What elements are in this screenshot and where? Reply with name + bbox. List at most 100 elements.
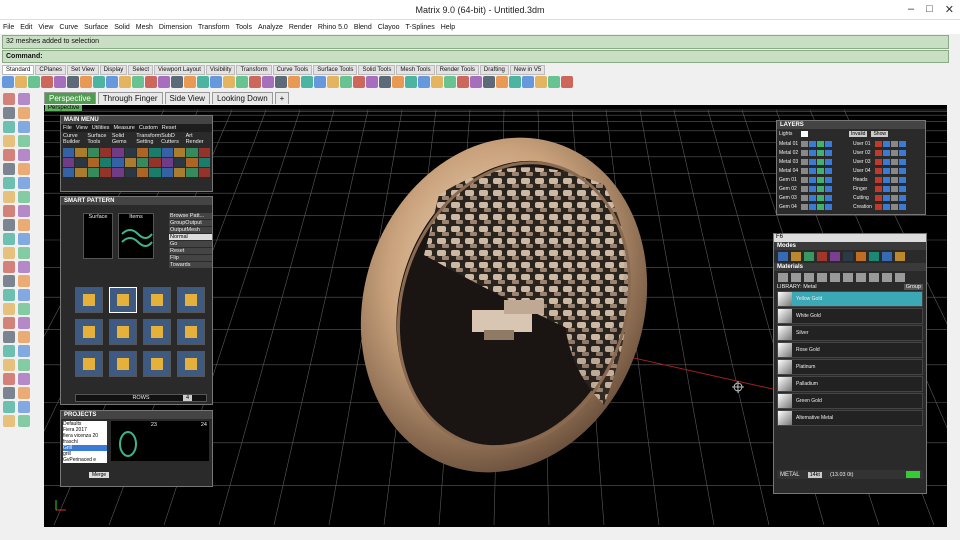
layer-toggle-icon[interactable]: [801, 186, 808, 192]
layer-toggle-icon[interactable]: [825, 168, 832, 174]
menu-item[interactable]: T-Splines: [406, 24, 435, 31]
layer-toggle-icon[interactable]: [817, 204, 824, 210]
pattern-type-icon[interactable]: [143, 351, 171, 377]
main-menu-item[interactable]: Measure: [113, 125, 134, 131]
layer-toggle-icon[interactable]: [825, 177, 832, 183]
left-tool-icon[interactable]: [3, 345, 15, 357]
left-tool-icon[interactable]: [18, 331, 30, 343]
toolbar-button-icon[interactable]: [314, 76, 326, 88]
left-tool-icon[interactable]: [18, 149, 30, 161]
toolbar-button-icon[interactable]: [249, 76, 261, 88]
toolbar-button-icon[interactable]: [236, 76, 248, 88]
main-menu-subitem[interactable]: Gems: [112, 139, 136, 145]
layer-toggle-icon[interactable]: [817, 195, 824, 201]
layer-toggle-icon[interactable]: [801, 168, 808, 174]
main-menu-tool-icon[interactable]: [173, 148, 186, 157]
left-tool-icon[interactable]: [18, 219, 30, 231]
minimize-icon[interactable]: –: [908, 3, 914, 16]
toolbar-button-icon[interactable]: [327, 76, 339, 88]
left-tool-icon[interactable]: [18, 317, 30, 329]
pattern-type-icon[interactable]: [177, 319, 205, 345]
toolbar-button-icon[interactable]: [210, 76, 222, 88]
layer-row[interactable]: Heads: [853, 176, 925, 184]
layer-row[interactable]: Metal 01: [779, 140, 851, 148]
main-menu-tool-icon[interactable]: [112, 168, 124, 177]
left-tool-icon[interactable]: [18, 163, 30, 175]
toolbar-button-icon[interactable]: [184, 76, 196, 88]
layer-toggle-icon[interactable]: [891, 159, 898, 165]
layer-toggle-icon[interactable]: [891, 177, 898, 183]
toolbar-button-icon[interactable]: [119, 76, 131, 88]
pattern-option[interactable]: OutputMesh: [169, 227, 212, 233]
main-menu-tool-icon[interactable]: [161, 158, 173, 167]
layer-toggle-icon[interactable]: [817, 186, 824, 192]
toolbar-button-icon[interactable]: [2, 76, 14, 88]
mode-icon[interactable]: [856, 252, 866, 261]
main-menu-tool-icon[interactable]: [198, 168, 210, 177]
layer-row[interactable]: Metal 03: [779, 158, 851, 166]
main-menu-tool-icon[interactable]: [75, 148, 87, 157]
left-tool-icon[interactable]: [18, 359, 30, 371]
left-tool-icon[interactable]: [3, 331, 15, 343]
left-tool-icon[interactable]: [18, 233, 30, 245]
main-menu-tool-icon[interactable]: [87, 148, 99, 157]
left-tool-icon[interactable]: [18, 121, 30, 133]
main-menu-tool-icon[interactable]: [112, 148, 124, 157]
pattern-type-icon[interactable]: [109, 287, 137, 313]
mode-icon[interactable]: [843, 252, 853, 261]
pattern-option[interactable]: Browse Patt...: [169, 213, 212, 219]
items-slot[interactable]: Items: [118, 213, 154, 259]
toolbar-button-icon[interactable]: [106, 76, 118, 88]
layer-toggle-icon[interactable]: [891, 204, 898, 210]
left-tool-icon[interactable]: [3, 233, 15, 245]
toolbar-tab[interactable]: Set View: [67, 65, 99, 75]
main-menu-tool-icon[interactable]: [136, 148, 149, 157]
main-menu-tool-icon[interactable]: [186, 168, 198, 177]
toolbar-button-icon[interactable]: [340, 76, 352, 88]
layer-toggle-icon[interactable]: [809, 204, 816, 210]
layer-toggle-icon[interactable]: [809, 177, 816, 183]
layer-toggle-icon[interactable]: [817, 168, 824, 174]
pattern-option[interactable]: Reset: [169, 248, 212, 254]
left-tool-icon[interactable]: [3, 107, 15, 119]
left-tool-icon[interactable]: [3, 93, 15, 105]
layer-toggle-icon[interactable]: [875, 204, 882, 210]
menu-item[interactable]: Blend: [354, 24, 372, 31]
viewport-tab[interactable]: Looking Down: [211, 92, 273, 104]
main-menu-tool-icon[interactable]: [87, 168, 99, 177]
toolbar-button-icon[interactable]: [288, 76, 300, 88]
toolbar-button-icon[interactable]: [366, 76, 378, 88]
main-menu-tool-icon[interactable]: [124, 158, 136, 167]
layer-toggle-icon[interactable]: [883, 195, 890, 201]
mode-icon[interactable]: [791, 252, 801, 261]
left-tool-icon[interactable]: [18, 289, 30, 301]
menu-item[interactable]: Edit: [20, 24, 32, 31]
show-button[interactable]: Show: [871, 131, 888, 137]
left-tool-icon[interactable]: [18, 177, 30, 189]
toolbar-button-icon[interactable]: [418, 76, 430, 88]
toolbar-button-icon[interactable]: [444, 76, 456, 88]
menu-item[interactable]: Tools: [236, 24, 252, 31]
main-menu-tool-icon[interactable]: [99, 158, 112, 167]
toolbar-button-icon[interactable]: [548, 76, 560, 88]
material-item[interactable]: Rose Gold: [777, 342, 923, 358]
mode-icon[interactable]: [817, 252, 827, 261]
left-tool-icon[interactable]: [18, 191, 30, 203]
menu-item[interactable]: Surface: [84, 24, 108, 31]
toolbar-button-icon[interactable]: [145, 76, 157, 88]
left-tool-icon[interactable]: [18, 93, 30, 105]
toolbar-button-icon[interactable]: [457, 76, 469, 88]
main-menu-tool-icon[interactable]: [63, 158, 75, 167]
toolbar-tab[interactable]: Curve Tools: [272, 65, 313, 75]
layer-toggle-icon[interactable]: [883, 186, 890, 192]
command-prompt[interactable]: Command:: [2, 50, 949, 63]
pattern-type-icon[interactable]: [75, 351, 103, 377]
main-menu-subitem[interactable]: Render: [186, 139, 210, 145]
material-item[interactable]: Silver: [777, 325, 923, 341]
main-menu-tool-icon[interactable]: [149, 168, 161, 177]
toolbar-button-icon[interactable]: [509, 76, 521, 88]
main-menu-tool-icon[interactable]: [198, 148, 210, 157]
layer-toggle-icon[interactable]: [891, 168, 898, 174]
left-tool-icon[interactable]: [18, 415, 30, 427]
left-tool-icon[interactable]: [3, 135, 15, 147]
